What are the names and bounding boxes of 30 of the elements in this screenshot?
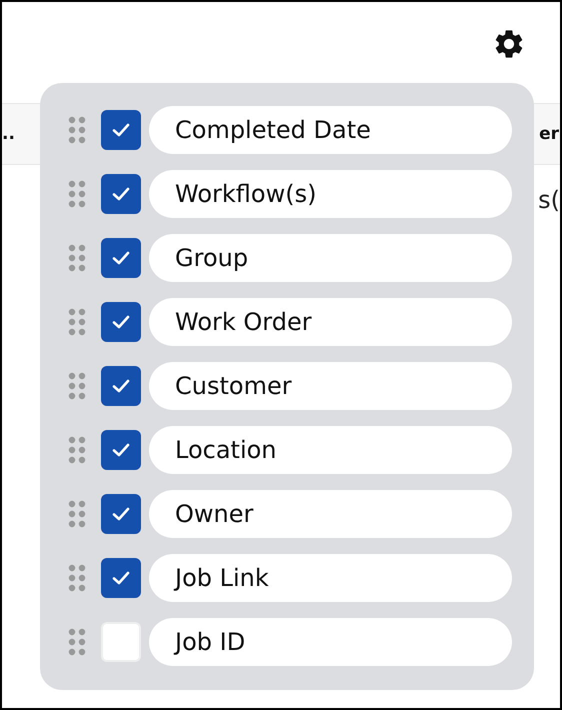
column-header: er: [539, 126, 559, 142]
drag-handle-icon[interactable]: [68, 180, 86, 208]
column-label: Owner: [149, 490, 512, 538]
drag-handle-icon[interactable]: [68, 436, 86, 464]
column-label: Completed Date: [149, 106, 512, 154]
drag-handle-icon[interactable]: [68, 500, 86, 528]
drag-handle-icon[interactable]: [68, 372, 86, 400]
checkbox[interactable]: [101, 622, 141, 662]
checkbox[interactable]: [101, 494, 141, 534]
checkbox[interactable]: [101, 302, 141, 342]
checkbox[interactable]: [101, 174, 141, 214]
drag-handle-icon[interactable]: [68, 116, 86, 144]
checkbox[interactable]: [101, 110, 141, 150]
column-label: Workflow(s): [149, 170, 512, 218]
column-header: ..: [2, 126, 15, 142]
column-label: Customer: [149, 362, 512, 410]
checkbox[interactable]: [101, 430, 141, 470]
drag-handle-icon[interactable]: [68, 244, 86, 272]
drag-handle-icon[interactable]: [68, 628, 86, 656]
column-label: Job ID: [149, 618, 512, 666]
column-label: Group: [149, 234, 512, 282]
checkbox[interactable]: [101, 558, 141, 598]
column-label: Location: [149, 426, 512, 474]
column-label: Work Order: [149, 298, 512, 346]
checkbox[interactable]: [101, 366, 141, 406]
table-cell: s(: [538, 186, 560, 214]
column-label: Job Link: [149, 554, 512, 602]
checkbox[interactable]: [101, 238, 141, 278]
drag-handle-icon[interactable]: [68, 308, 86, 336]
drag-handle-icon[interactable]: [68, 564, 86, 592]
